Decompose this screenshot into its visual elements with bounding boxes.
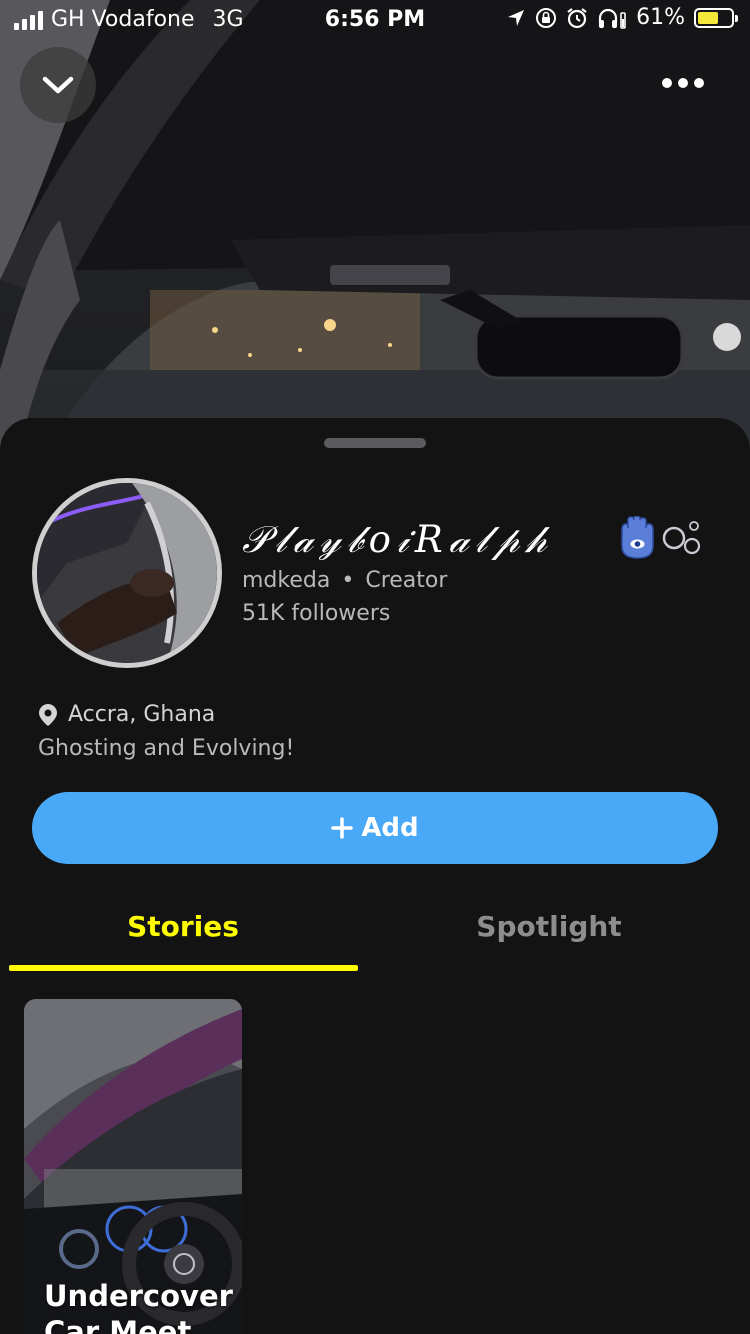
cover-photo xyxy=(0,0,750,450)
headphones-icon xyxy=(598,8,626,29)
alarm-icon xyxy=(567,7,587,28)
hamsa-bubbles-icon xyxy=(621,516,701,559)
active-tab-indicator xyxy=(9,965,358,971)
role-label: Creator xyxy=(365,568,448,593)
add-friend-button[interactable]: Add xyxy=(32,792,718,864)
more-horizontal-icon xyxy=(662,78,672,88)
plus-icon xyxy=(331,817,354,839)
chevron-down-icon xyxy=(42,76,74,94)
story-title: Undercover Car Meet xyxy=(44,1279,233,1334)
location-text: Accra, Ghana xyxy=(68,702,216,727)
username-role: mdkeda • Creator xyxy=(242,568,447,593)
profile-tabs: Stories Spotlight xyxy=(0,888,750,972)
follower-count[interactable]: 51K followers xyxy=(242,601,390,626)
collapse-button[interactable] xyxy=(20,47,96,123)
status-bar: GH Vodafone 3G 6:56 PM 61% xyxy=(0,0,750,40)
bio: Ghosting and Evolving! xyxy=(38,736,295,761)
add-button-label: Add xyxy=(361,813,419,843)
sheet-grabber[interactable] xyxy=(324,438,426,448)
battery-percent: 61% xyxy=(636,5,685,30)
profile-sheet: 𝒫𝓁𝒶𝓎𝒷𝑜𝒾𝑅𝒶𝓁𝓅𝒽 mdkeda • Creator 51K follow… xyxy=(0,418,750,1334)
avatar[interactable] xyxy=(32,478,222,668)
more-options-button[interactable] xyxy=(662,78,704,88)
username: mdkeda xyxy=(242,568,331,593)
rotation-lock-icon xyxy=(536,7,557,28)
location: Accra, Ghana xyxy=(38,702,215,727)
location-arrow-icon xyxy=(508,9,525,26)
separator-dot: • xyxy=(341,568,355,593)
display-name: 𝒫𝓁𝒶𝓎𝒷𝑜𝒾𝑅𝒶𝓁𝓅𝒽 xyxy=(242,518,553,561)
story-card[interactable]: Undercover Car Meet xyxy=(24,999,242,1334)
map-pin-icon xyxy=(39,703,57,726)
tab-stories[interactable]: Stories xyxy=(0,910,366,943)
battery-icon xyxy=(694,7,738,28)
tab-spotlight[interactable]: Spotlight xyxy=(366,910,732,943)
